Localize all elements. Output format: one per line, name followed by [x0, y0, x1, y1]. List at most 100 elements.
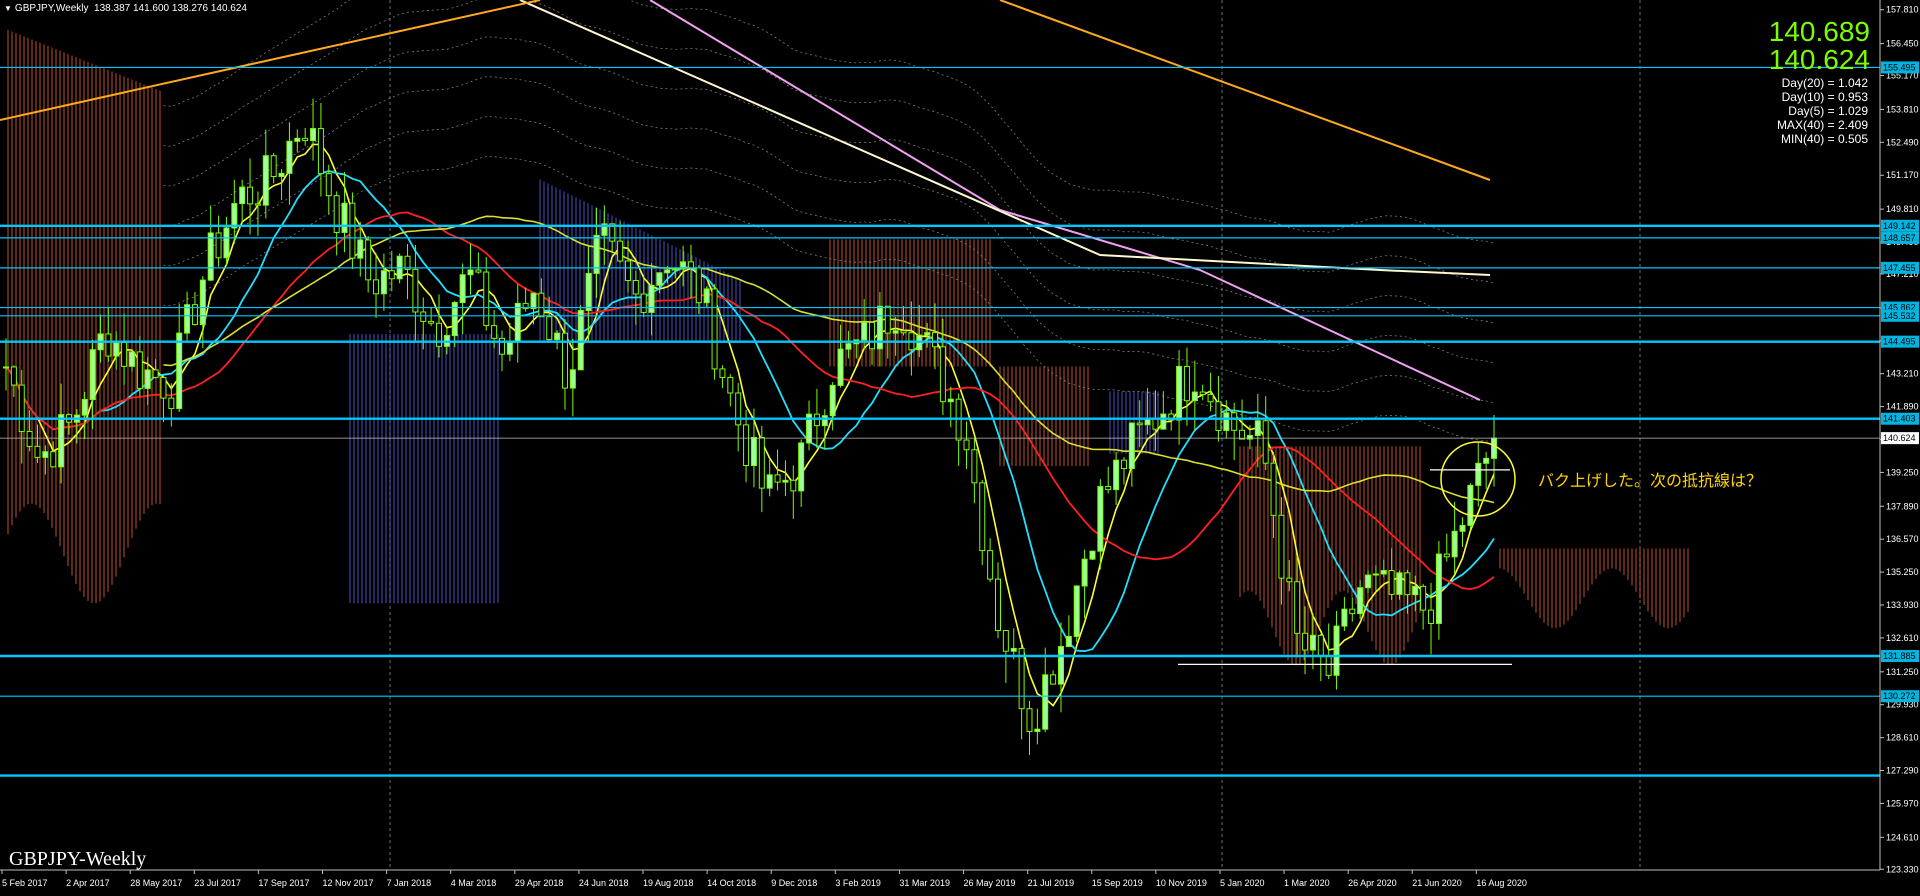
candle-body	[640, 293, 647, 313]
candle-body	[506, 340, 513, 355]
stat-day10: Day(10) = 0.953	[1781, 90, 1868, 104]
candle-body	[892, 330, 899, 334]
candle-body	[1333, 625, 1340, 676]
candle-body	[26, 430, 33, 447]
candle-body	[294, 137, 301, 142]
candle-body	[388, 270, 395, 280]
candle-body	[176, 332, 183, 410]
candle-body	[34, 445, 41, 458]
collapse-arrow-icon[interactable]: ▼	[4, 4, 12, 13]
ask-price: 140.689	[1768, 16, 1870, 47]
price-tag-label: 130.272	[1883, 691, 1916, 701]
candle-body	[113, 341, 120, 357]
y-tick-label: 157.810	[1886, 5, 1919, 15]
candle-body	[1136, 422, 1143, 426]
bid-price: 140.624	[1768, 44, 1870, 75]
candle-body	[1034, 728, 1041, 732]
candle-body	[215, 232, 222, 259]
stat-min40: MIN(40) = 0.505	[1780, 132, 1868, 146]
candle-body	[924, 332, 931, 336]
x-tick-label: 5 Jan 2020	[1220, 878, 1265, 888]
candle-body	[546, 316, 553, 341]
candle-body	[1412, 585, 1419, 596]
candle-body	[270, 155, 277, 178]
candle-body	[837, 348, 844, 386]
candle-body	[695, 267, 702, 304]
y-tick-label: 135.250	[1886, 567, 1919, 577]
x-tick-label: 15 Sep 2019	[1092, 878, 1143, 888]
candle-body	[1475, 462, 1482, 486]
price-tag-label: 147.455	[1883, 263, 1916, 273]
candle-body	[380, 270, 387, 295]
candle-body	[1325, 655, 1332, 676]
candle-body	[798, 442, 805, 492]
x-tick-label: 29 Apr 2018	[515, 878, 564, 888]
candle-body	[900, 330, 907, 334]
x-tick-label: 17 Sep 2017	[258, 878, 309, 888]
y-tick-label: 153.810	[1886, 104, 1919, 114]
y-tick-label: 123.330	[1886, 864, 1919, 874]
candle-body	[782, 479, 789, 483]
candle-body	[3, 366, 9, 369]
candle-body	[711, 288, 718, 370]
candle-body	[1176, 365, 1183, 421]
current-price-tag-label: 140.624	[1883, 433, 1916, 443]
candle-body	[278, 172, 285, 178]
candle-body	[1451, 530, 1458, 558]
candle-body	[1388, 570, 1395, 595]
candle-body	[1152, 418, 1159, 430]
y-tick-label: 141.890	[1886, 402, 1919, 412]
candle-body	[1183, 365, 1190, 402]
candle-body	[412, 268, 419, 313]
candle-body	[1349, 608, 1356, 615]
y-tick-label: 125.970	[1886, 798, 1919, 808]
candle-body	[152, 369, 159, 378]
y-tick-label: 156.450	[1886, 39, 1919, 49]
price-tag-label: 155.495	[1883, 62, 1916, 72]
price-tag-label: 148.657	[1883, 233, 1916, 243]
stat-max40: MAX(40) = 2.409	[1776, 118, 1868, 132]
candle-body	[1105, 486, 1112, 491]
candle-body	[1191, 391, 1198, 402]
y-tick-label: 152.490	[1886, 137, 1919, 147]
candle-body	[1207, 394, 1214, 403]
candle-body	[310, 128, 317, 142]
candle-body	[349, 202, 356, 259]
candle-body	[105, 333, 112, 357]
candle-body	[428, 320, 435, 324]
candle-body	[766, 474, 773, 489]
candle-body	[168, 397, 175, 410]
candle-body	[50, 451, 57, 468]
candle-body	[632, 280, 639, 295]
candle-body	[1231, 412, 1238, 431]
candle-body	[1420, 585, 1427, 611]
candle-body	[703, 288, 710, 304]
candle-body	[963, 439, 970, 451]
price-tag-label: 149.142	[1883, 221, 1916, 231]
x-tick-label: 2 Apr 2017	[66, 878, 110, 888]
candle-body	[530, 292, 537, 310]
candle-body	[727, 376, 734, 394]
candle-body	[18, 384, 25, 432]
candle-body	[341, 202, 348, 233]
candle-body	[995, 578, 1001, 632]
price-tag-label: 141.403	[1883, 414, 1916, 424]
candle-body	[554, 332, 561, 341]
candle-body	[1089, 550, 1096, 560]
candle-body	[357, 239, 364, 259]
candle-body	[1396, 572, 1403, 595]
y-tick-label: 136.570	[1886, 534, 1919, 544]
candle-body	[199, 279, 206, 326]
candle-body	[1278, 514, 1285, 579]
x-tick-label: 4 Mar 2018	[451, 878, 497, 888]
candle-body	[1428, 609, 1435, 624]
candle-body	[1286, 577, 1293, 583]
x-tick-label: 19 Aug 2018	[643, 878, 694, 888]
candle-body	[790, 479, 797, 492]
x-tick-label: 12 Nov 2017	[323, 878, 374, 888]
candle-body	[750, 436, 757, 467]
candle-body	[42, 451, 49, 458]
candle-body	[1309, 634, 1316, 651]
candle-body	[317, 128, 324, 175]
candle-body	[254, 203, 261, 206]
